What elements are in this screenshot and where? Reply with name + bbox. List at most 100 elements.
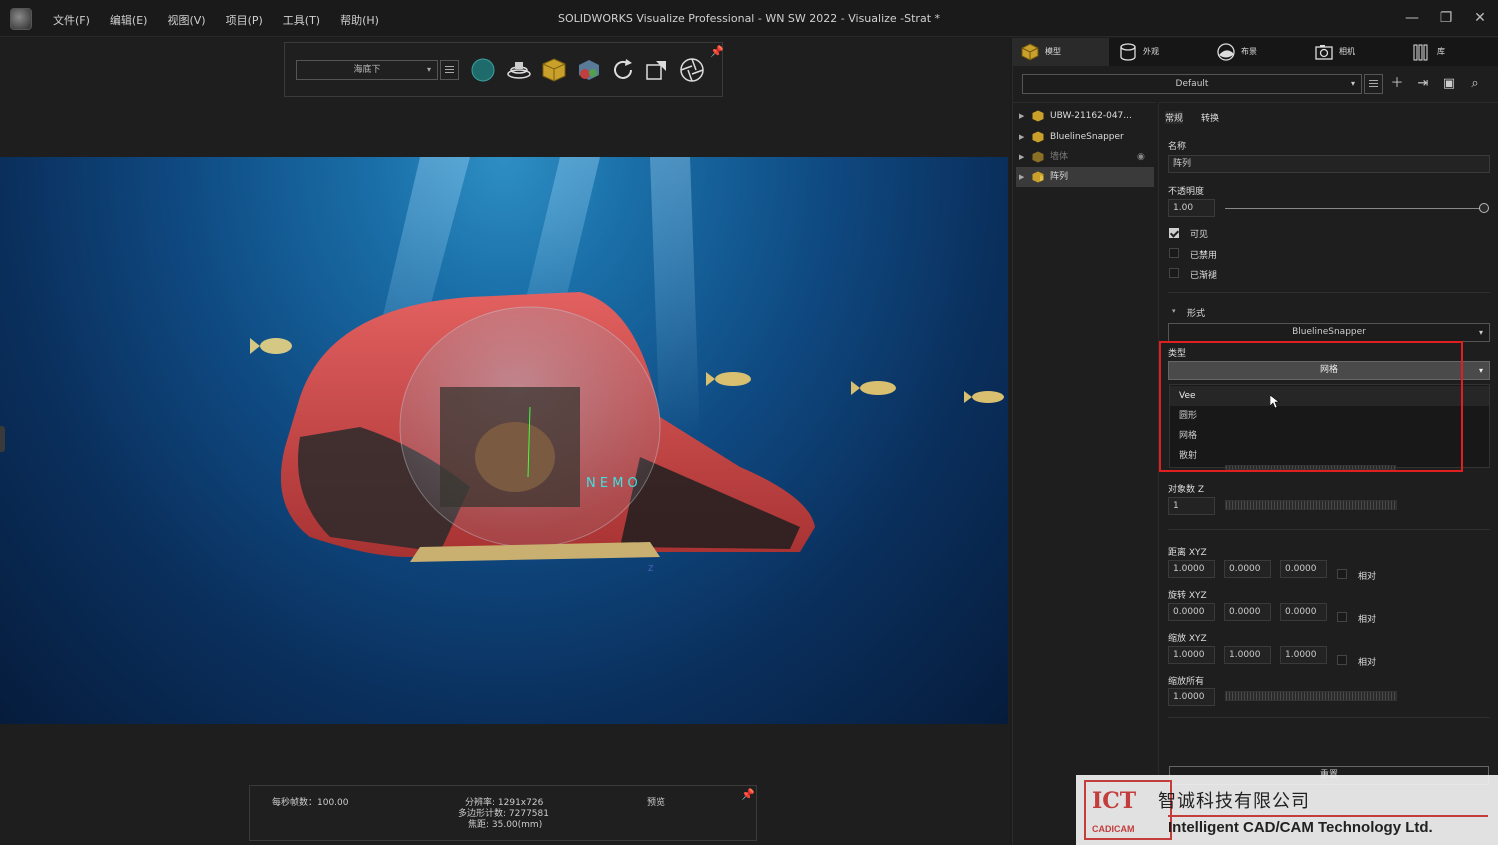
relative-label: 相对 xyxy=(1358,658,1377,668)
preset-select[interactable]: Default ▾ xyxy=(1022,74,1362,94)
menu-tools[interactable]: 工具(T) xyxy=(283,12,320,28)
tab-label: 布景 xyxy=(1241,47,1257,56)
relative-label: 相对 xyxy=(1358,572,1377,582)
scale-all-slider[interactable] xyxy=(1225,691,1397,701)
panel-resize-handle[interactable] xyxy=(0,426,5,452)
disabled-label: 已禁用 xyxy=(1190,251,1218,261)
render-scene[interactable]: N E M O Z xyxy=(0,157,1008,724)
pin-icon[interactable]: 📌 xyxy=(741,788,755,801)
minimize-icon[interactable]: — xyxy=(1402,8,1422,28)
opacity-label: 不透明度 xyxy=(1168,187,1205,197)
menu-edit[interactable]: 编辑(E) xyxy=(110,12,148,28)
tree-item[interactable]: ▶ BluelineSnapper xyxy=(1016,127,1154,147)
type-dropdown-list: Vee 圆形 网格 散射 xyxy=(1169,384,1490,468)
count-z-field[interactable]: 1 xyxy=(1168,497,1215,515)
collapse-icon[interactable]: ▾ xyxy=(1172,307,1176,315)
opacity-slider-knob[interactable] xyxy=(1479,203,1489,213)
menu-view[interactable]: 视图(V) xyxy=(167,12,205,28)
type-option-circle[interactable]: 圆形 xyxy=(1170,406,1489,426)
name-field[interactable]: 阵列 xyxy=(1168,155,1490,173)
distance-relative-checkbox[interactable] xyxy=(1337,569,1347,579)
chevron-down-icon: ▾ xyxy=(426,65,431,74)
tree-item[interactable]: ▶ UBW-21162-047... xyxy=(1016,106,1154,126)
scene-sphere-icon xyxy=(1217,43,1235,61)
refresh-icon[interactable] xyxy=(610,57,636,83)
library-icon xyxy=(1413,44,1428,61)
watermark-rule xyxy=(1168,815,1488,817)
tree-item[interactable]: ▶ 墙体 ◉ xyxy=(1016,147,1154,167)
mouse-cursor-icon xyxy=(1270,395,1280,409)
type-option-vee[interactable]: Vee xyxy=(1170,386,1489,406)
tree-item[interactable]: ▶ 阵列 xyxy=(1016,167,1154,187)
watermark: ICT CADICAM 智诚科技有限公司 Intelligent CAD/CAM… xyxy=(1076,775,1498,845)
environment-list-button[interactable] xyxy=(440,60,459,80)
menu-project[interactable]: 项目(P) xyxy=(226,12,263,28)
scale-z-field[interactable]: 1.0000 xyxy=(1280,646,1327,664)
distance-z-field[interactable]: 0.0000 xyxy=(1280,560,1327,578)
distance-x-field[interactable]: 1.0000 xyxy=(1168,560,1215,578)
rotation-z-field[interactable]: 0.0000 xyxy=(1280,603,1327,621)
expand-icon[interactable]: ▶ xyxy=(1019,167,1024,187)
sphere-icon[interactable] xyxy=(470,57,496,83)
chevron-down-icon: ▾ xyxy=(1350,79,1355,88)
restore-icon[interactable]: ❐ xyxy=(1436,8,1456,28)
faded-checkbox[interactable] xyxy=(1169,268,1179,278)
model-cube-icon[interactable] xyxy=(541,57,567,83)
expand-icon[interactable]: ▶ xyxy=(1019,106,1024,126)
pin-icon[interactable]: 📌 xyxy=(710,45,724,58)
fish xyxy=(706,372,751,386)
export-icon[interactable]: ⇥ xyxy=(1415,76,1431,92)
search-icon[interactable]: ⌕ xyxy=(1467,76,1483,92)
tab-camera[interactable]: 相机 xyxy=(1307,38,1403,66)
disabled-checkbox[interactable] xyxy=(1169,248,1179,258)
rotation-x-field[interactable]: 0.0000 xyxy=(1168,603,1215,621)
menu-file[interactable]: 文件(F) xyxy=(53,12,90,28)
rotation-relative-checkbox[interactable] xyxy=(1337,612,1347,622)
tab-model[interactable]: 模型 xyxy=(1013,38,1109,66)
preset-list-button[interactable] xyxy=(1364,74,1383,94)
environment-select[interactable]: 海底下 ▾ xyxy=(296,60,438,80)
form-select[interactable]: BluelineSnapper ▾ xyxy=(1168,323,1490,342)
tab-scene[interactable]: 布景 xyxy=(1209,38,1305,66)
menu-help[interactable]: 帮助(H) xyxy=(340,12,379,28)
type-option-grid[interactable]: 网格 xyxy=(1170,426,1489,446)
scale-all-field[interactable]: 1.0000 xyxy=(1168,688,1215,706)
camera-view-icon[interactable] xyxy=(644,57,670,83)
distance-label: 距离 XYZ xyxy=(1168,548,1207,558)
expand-icon[interactable]: ▶ xyxy=(1019,147,1024,167)
properties-panel: 常规 转换 名称 阵列 不透明度 1.00 可见 已禁用 已渐褪 ▾ 形式 Bl… xyxy=(1158,102,1498,845)
type-select[interactable]: 网格 ▾ xyxy=(1168,361,1490,380)
count-z-slider[interactable] xyxy=(1225,500,1397,510)
appearance-icon[interactable] xyxy=(576,57,602,83)
close-icon[interactable]: ✕ xyxy=(1470,8,1490,28)
visible-checkbox[interactable] xyxy=(1169,228,1179,238)
turntable-icon[interactable] xyxy=(506,57,532,83)
scale-y-field[interactable]: 1.0000 xyxy=(1224,646,1271,664)
part-cube-icon xyxy=(1032,151,1044,163)
scale-relative-checkbox[interactable] xyxy=(1337,655,1347,665)
opacity-field[interactable]: 1.00 xyxy=(1168,199,1215,217)
title-bar: 文件(F) 编辑(E) 视图(V) 项目(P) 工具(T) 帮助(H) SOLI… xyxy=(0,0,1498,37)
focal-stat: 焦距: 35.00(mm) xyxy=(468,820,543,830)
opacity-slider-track[interactable] xyxy=(1225,208,1485,209)
rotation-label: 旋转 XYZ xyxy=(1168,591,1207,601)
tab-general[interactable]: 常规 xyxy=(1165,111,1184,124)
tab-library[interactable]: 库 xyxy=(1405,38,1498,66)
tab-label: 外观 xyxy=(1143,47,1159,56)
render-mode: 预览 xyxy=(647,798,666,808)
add-icon[interactable]: ＋ xyxy=(1389,76,1405,92)
rotation-y-field[interactable]: 0.0000 xyxy=(1224,603,1271,621)
tab-transform[interactable]: 转换 xyxy=(1201,111,1219,124)
aperture-icon[interactable] xyxy=(679,57,705,83)
scale-label: 缩放 XYZ xyxy=(1168,634,1207,644)
tab-appearance[interactable]: 外观 xyxy=(1111,38,1207,66)
app-logo-icon[interactable] xyxy=(10,8,32,30)
save-icon[interactable]: ▣ xyxy=(1441,76,1457,92)
type-option-scatter[interactable]: 散射 xyxy=(1170,446,1489,466)
scale-x-field[interactable]: 1.0000 xyxy=(1168,646,1215,664)
eye-icon[interactable]: ◉ xyxy=(1137,147,1145,167)
distance-y-field[interactable]: 0.0000 xyxy=(1224,560,1271,578)
watermark-company-cn: 智诚科技有限公司 xyxy=(1158,791,1310,812)
viewport[interactable]: 海底下 ▾ 📌 N E M O Z 每秒帧数：100.00 分辨率: 1291x… xyxy=(0,38,1010,845)
expand-icon[interactable]: ▶ xyxy=(1019,127,1024,147)
